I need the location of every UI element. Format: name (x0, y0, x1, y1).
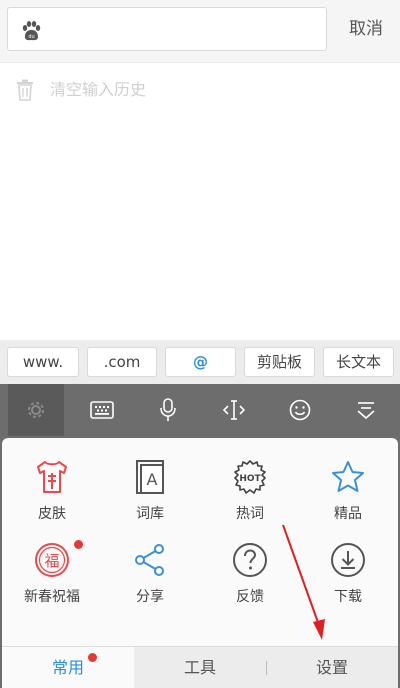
search-bar: du 取消 (0, 0, 400, 62)
quick-key-com[interactable]: .com (87, 347, 157, 377)
trash-icon (17, 79, 33, 101)
keyboard-toolbar-button[interactable] (76, 384, 128, 436)
panel-item-label: 精品 (334, 506, 362, 522)
collapse-icon (357, 402, 375, 420)
panel-item-label: 新春祝福 (24, 589, 80, 605)
quick-key-long-text[interactable]: 长文本 (323, 347, 394, 377)
panel-item-label: 反馈 (236, 589, 264, 605)
svg-text:du: du (28, 34, 34, 40)
skin-shirt-icon (37, 461, 67, 493)
svg-text:HOT: HOT (239, 474, 261, 484)
settings-toolbar-button[interactable] (8, 384, 64, 436)
panel-tabs: 常用 工具 设置 (2, 646, 398, 688)
search-input[interactable]: du (7, 7, 327, 51)
tab-common[interactable]: 常用 (2, 647, 134, 688)
cursor-icon (222, 400, 246, 420)
cursor-toolbar-button[interactable] (208, 384, 260, 436)
dictionary-icon: A (136, 460, 164, 494)
tab-tools[interactable]: 工具 (134, 647, 266, 688)
question-icon (233, 543, 267, 577)
star-icon (332, 461, 364, 492)
svg-text:A: A (147, 470, 158, 489)
clear-history-label: 清空输入历史 (50, 80, 147, 99)
panel-item-label: 词库 (136, 506, 164, 522)
share-icon (135, 544, 164, 576)
download-icon (331, 543, 365, 577)
quick-key-clipboard[interactable]: 剪贴板 (244, 347, 315, 377)
panel-item-featured[interactable]: 精品 (298, 459, 398, 529)
panel-item-dictionary[interactable]: A 词库 (100, 459, 200, 529)
panel-item-download[interactable]: 下载 (298, 542, 398, 612)
voice-toolbar-button[interactable] (142, 384, 194, 436)
panel-item-label: 皮肤 (38, 506, 66, 522)
cancel-button[interactable]: 取消 (336, 7, 396, 51)
tab-settings[interactable]: 设置 (266, 647, 398, 688)
emoji-toolbar-button[interactable] (274, 384, 326, 436)
input-history: 清空输入历史 (0, 62, 400, 340)
input-method-screen: du 取消 清空输入历史 www. .com @ 剪贴板 长文本 皮肤 A 词库… (0, 0, 400, 688)
clear-history-row[interactable]: 清空输入历史 (0, 63, 400, 117)
tab-badge-dot (88, 653, 97, 662)
panel-item-feedback[interactable]: 反馈 (200, 542, 300, 612)
panel-item-skin[interactable]: 皮肤 (2, 459, 102, 529)
panel-item-label: 分享 (136, 589, 164, 605)
quick-key-at[interactable]: @ (165, 347, 236, 377)
gear-icon (28, 402, 44, 418)
panel-item-share[interactable]: 分享 (100, 542, 200, 612)
quick-key-www[interactable]: www. (7, 347, 79, 377)
baidu-paw-icon: du (22, 21, 41, 41)
fu-seal-icon: 福 (35, 543, 69, 577)
hot-badge-icon: HOT (234, 460, 266, 494)
panel-item-hot-words[interactable]: HOT 热词 (200, 459, 300, 529)
panel-item-new-year-wishes[interactable]: 福 新春祝福 (2, 540, 102, 612)
quick-input-bar: www. .com @ 剪贴板 长文本 (0, 340, 400, 384)
keyboard-toolbar (0, 384, 400, 436)
panel-item-label: 下载 (334, 589, 362, 605)
svg-text:福: 福 (44, 552, 59, 570)
keyboard-icon (90, 401, 114, 419)
new-badge-dot (74, 540, 83, 549)
collapse-toolbar-button[interactable] (340, 384, 392, 436)
page-indicator (172, 638, 232, 653)
microphone-icon (160, 398, 176, 421)
emoji-icon (289, 399, 311, 421)
settings-panel: 皮肤 A 词库 HOT 热词 精品 福 新春祝福 分享 反馈 下载 常用 工具 … (0, 436, 400, 688)
panel-item-label: 热词 (236, 506, 264, 522)
